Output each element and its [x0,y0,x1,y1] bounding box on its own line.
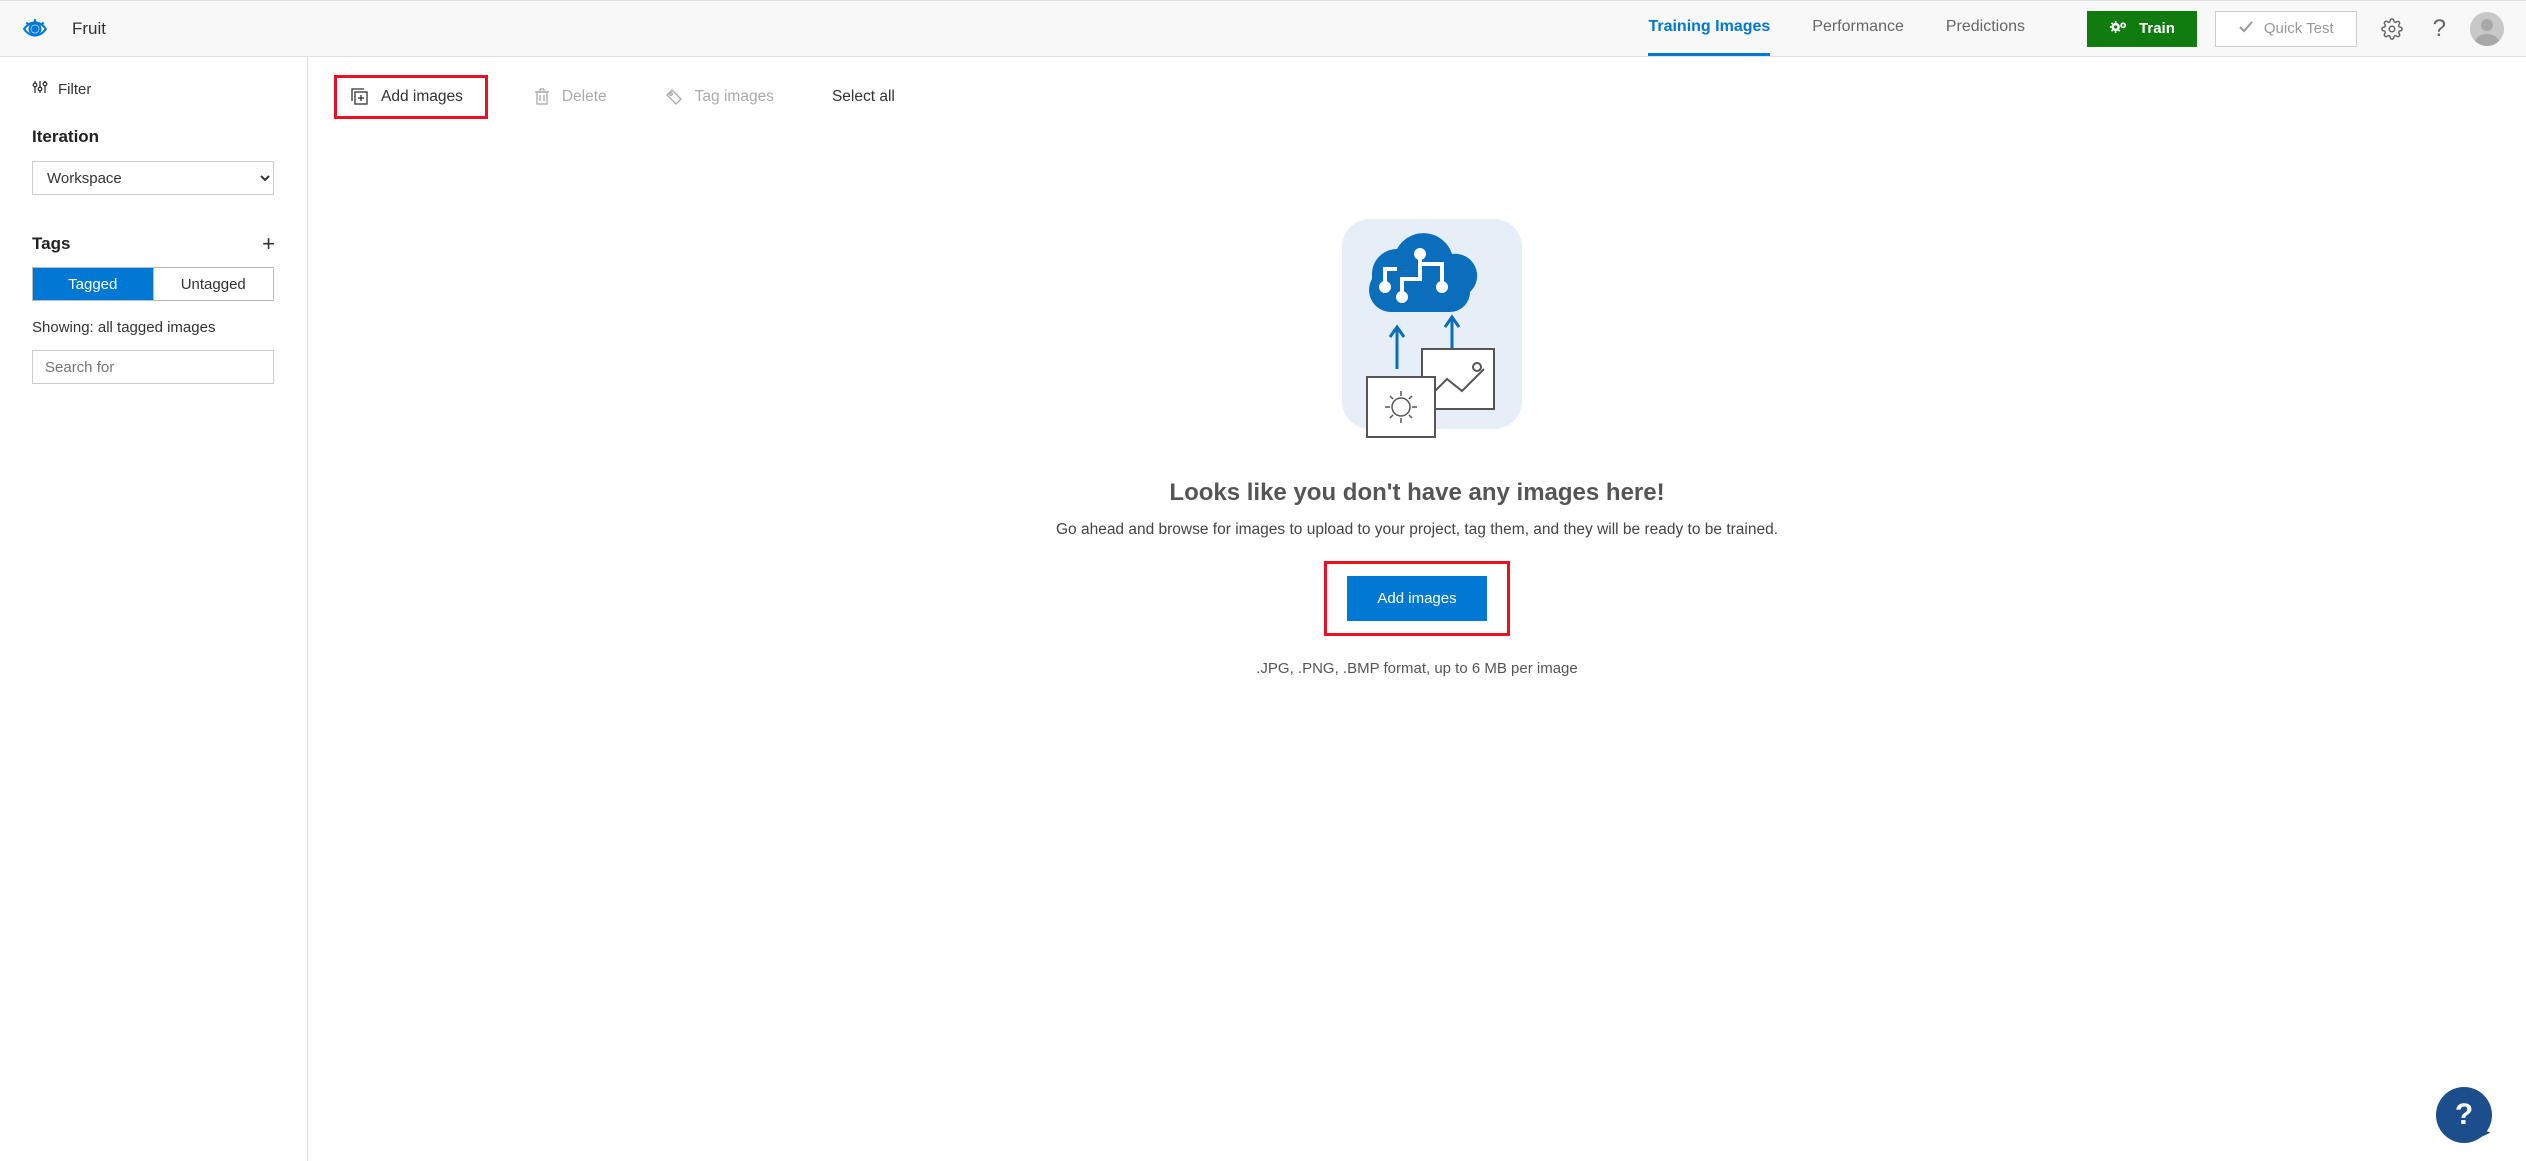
filter-icon [32,79,48,99]
iteration-label: Iteration [32,127,275,147]
toolbar-add-images[interactable]: Add images [334,75,488,119]
iteration-select[interactable]: Workspace [32,161,274,195]
empty-body: Go ahead and browse for images to upload… [1056,521,1778,539]
custom-vision-logo-icon [22,16,48,42]
untagged-button[interactable]: Untagged [153,268,274,300]
help-chat-bubble[interactable]: ? [2436,1087,2492,1143]
tab-performance[interactable]: Performance [1812,1,1904,56]
toolbar-delete[interactable]: Delete [522,80,619,114]
topbar-actions: Train Quick Test ? [2087,9,2504,49]
gears-icon [2109,19,2129,39]
empty-state: Looks like you don't have any images her… [308,129,2526,1161]
tag-search-input[interactable] [32,350,274,384]
toolbar: Add images Delete Tag images Select all [308,57,2526,129]
tags-label: Tags [32,234,70,254]
toolbar-delete-label: Delete [562,88,607,106]
nav-tabs: Training Images Performance Predictions [1648,1,2025,56]
filter-label: Filter [58,81,91,98]
toolbar-tag-images-label: Tag images [695,88,774,106]
tag-filter-segment: Tagged Untagged [32,267,274,301]
add-tag-button[interactable]: + [262,231,275,257]
filter-row[interactable]: Filter [32,79,275,99]
train-button[interactable]: Train [2087,11,2197,47]
settings-button[interactable] [2375,12,2409,46]
delete-icon [534,88,550,106]
tagged-button[interactable]: Tagged [33,268,153,300]
sidebar: Filter Iteration Workspace Tags + Tagged… [0,57,308,1161]
empty-heading: Looks like you don't have any images her… [1169,479,1664,507]
format-hint: .JPG, .PNG, .BMP format, up to 6 MB per … [1256,660,1578,677]
tag-icon [665,88,683,106]
toolbar-tag-images[interactable]: Tag images [653,80,786,114]
add-images-highlight: Add images [1324,561,1509,636]
quick-test-button[interactable]: Quick Test [2215,11,2357,47]
avatar[interactable] [2470,12,2504,46]
showing-text: Showing: all tagged images [32,319,275,336]
add-images-icon [351,88,369,106]
add-images-button[interactable]: Add images [1347,576,1486,621]
train-button-label: Train [2139,20,2175,37]
toolbar-add-images-label: Add images [381,88,463,106]
tab-training-images[interactable]: Training Images [1648,1,1770,56]
tab-predictions[interactable]: Predictions [1946,1,2025,56]
main-content: Add images Delete Tag images Select all [308,57,2526,1161]
top-bar: Fruit Training Images Performance Predic… [0,0,2526,57]
check-icon [2238,19,2254,39]
empty-illustration [1312,219,1522,449]
quick-test-label: Quick Test [2264,20,2334,37]
help-button[interactable]: ? [2427,9,2452,49]
toolbar-select-all-label: Select all [832,88,895,106]
project-name: Fruit [72,19,106,39]
toolbar-select-all[interactable]: Select all [820,80,907,114]
